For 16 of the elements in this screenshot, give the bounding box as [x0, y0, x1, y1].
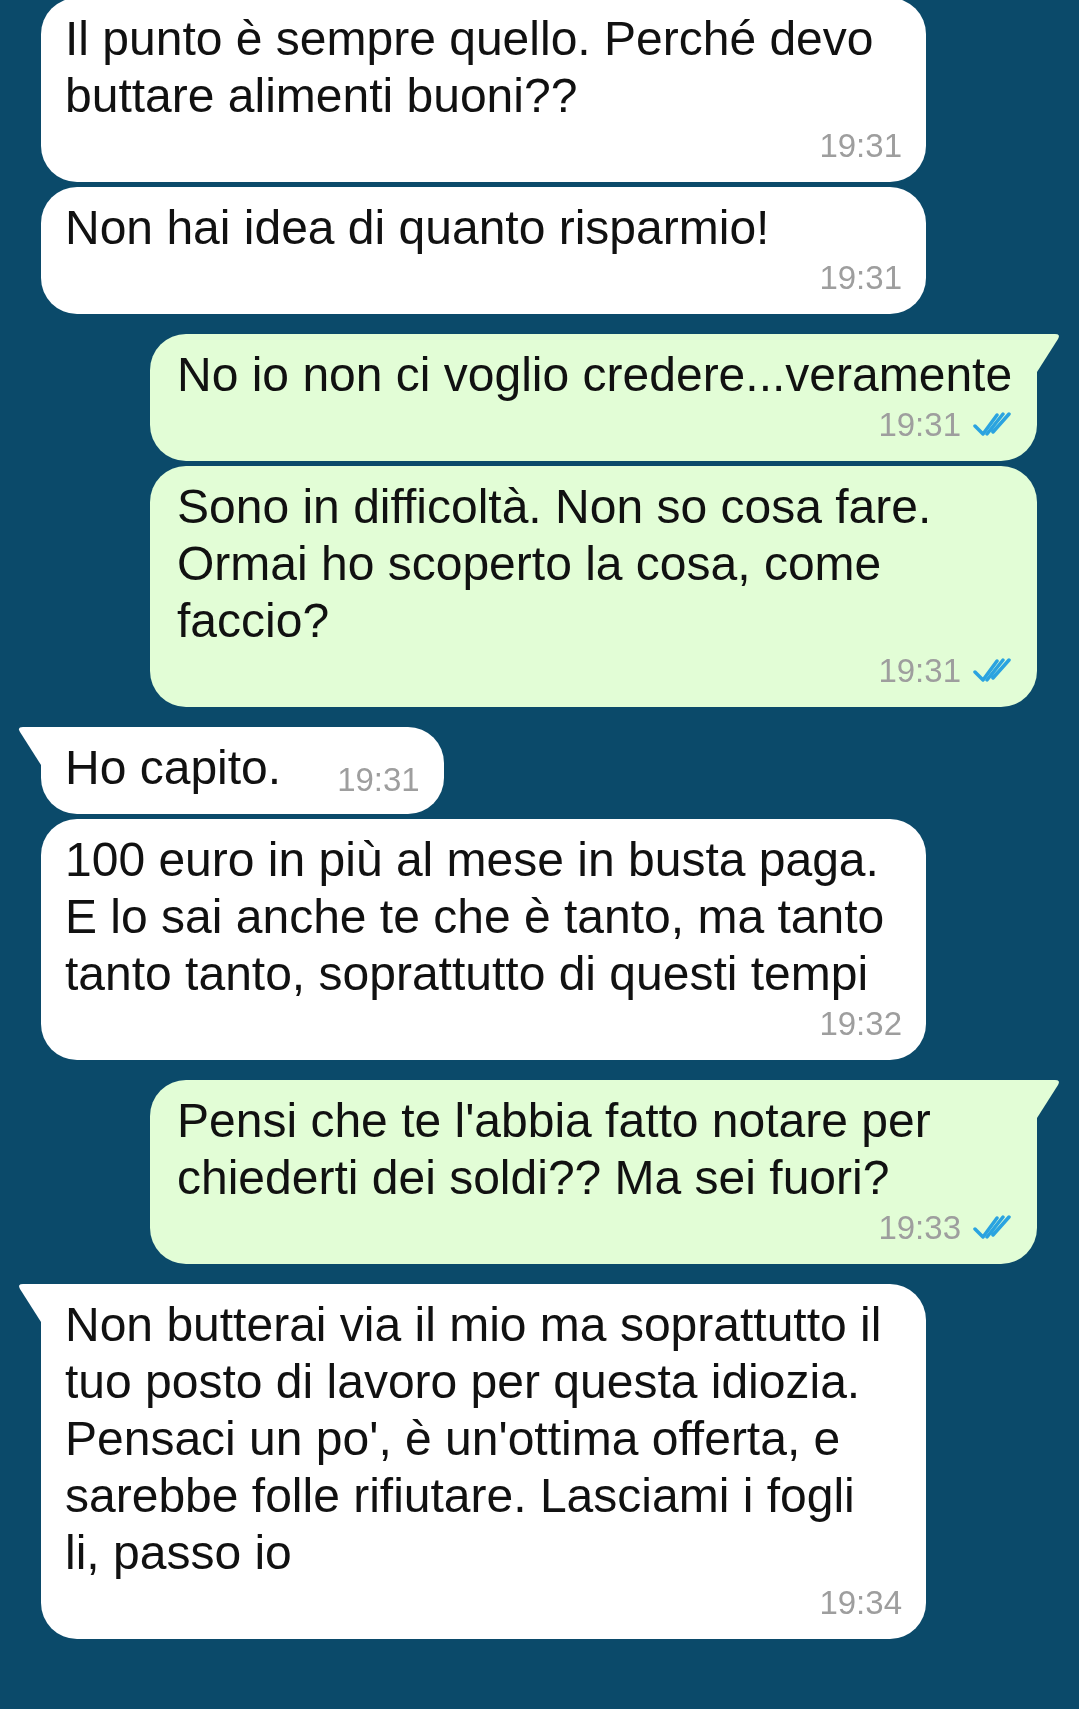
message-text: Non hai idea di quanto risparmio!: [65, 200, 770, 256]
message-time: 19:31: [819, 258, 902, 299]
message-text: No io non ci voglio credere...veramente: [177, 347, 1013, 403]
message-text: Pensi che te l'abbia fatto notare per chiederti dei soldi?? Ma sei fuori?: [177, 1093, 932, 1206]
message-text: Il punto è sempre quello. Perché devo buttare alimenti buoni??: [65, 11, 875, 124]
message-text: Non butterai via il mio ma soprattutto il tuo posto di lavoro per questa idiozia. Pensaci un po', è un'ottima offerta, e sarebbe folle rifiutare. Lasciami i fogli li, passo io: [65, 1297, 883, 1581]
message-time: 19:31: [878, 651, 961, 692]
message-text: Ho capito.: [65, 740, 282, 796]
message-time: 19:31: [819, 126, 902, 167]
message-text: 100 euro in più al mese in busta paga. E lo sai anche te che è tanto, ma tanto tanto tanto, soprattutto di questi tempi: [65, 832, 886, 1002]
message-time: 19:31: [337, 759, 420, 800]
message-text: Sono in difficoltà. Non so cosa fare. Ormai ho scoperto la cosa, come faccio?: [177, 479, 933, 649]
message-time: 19:31: [878, 405, 961, 446]
message-time: 19:32: [819, 1004, 902, 1045]
message-time: 19:34: [819, 1583, 902, 1624]
message-time: 19:33: [878, 1208, 961, 1249]
